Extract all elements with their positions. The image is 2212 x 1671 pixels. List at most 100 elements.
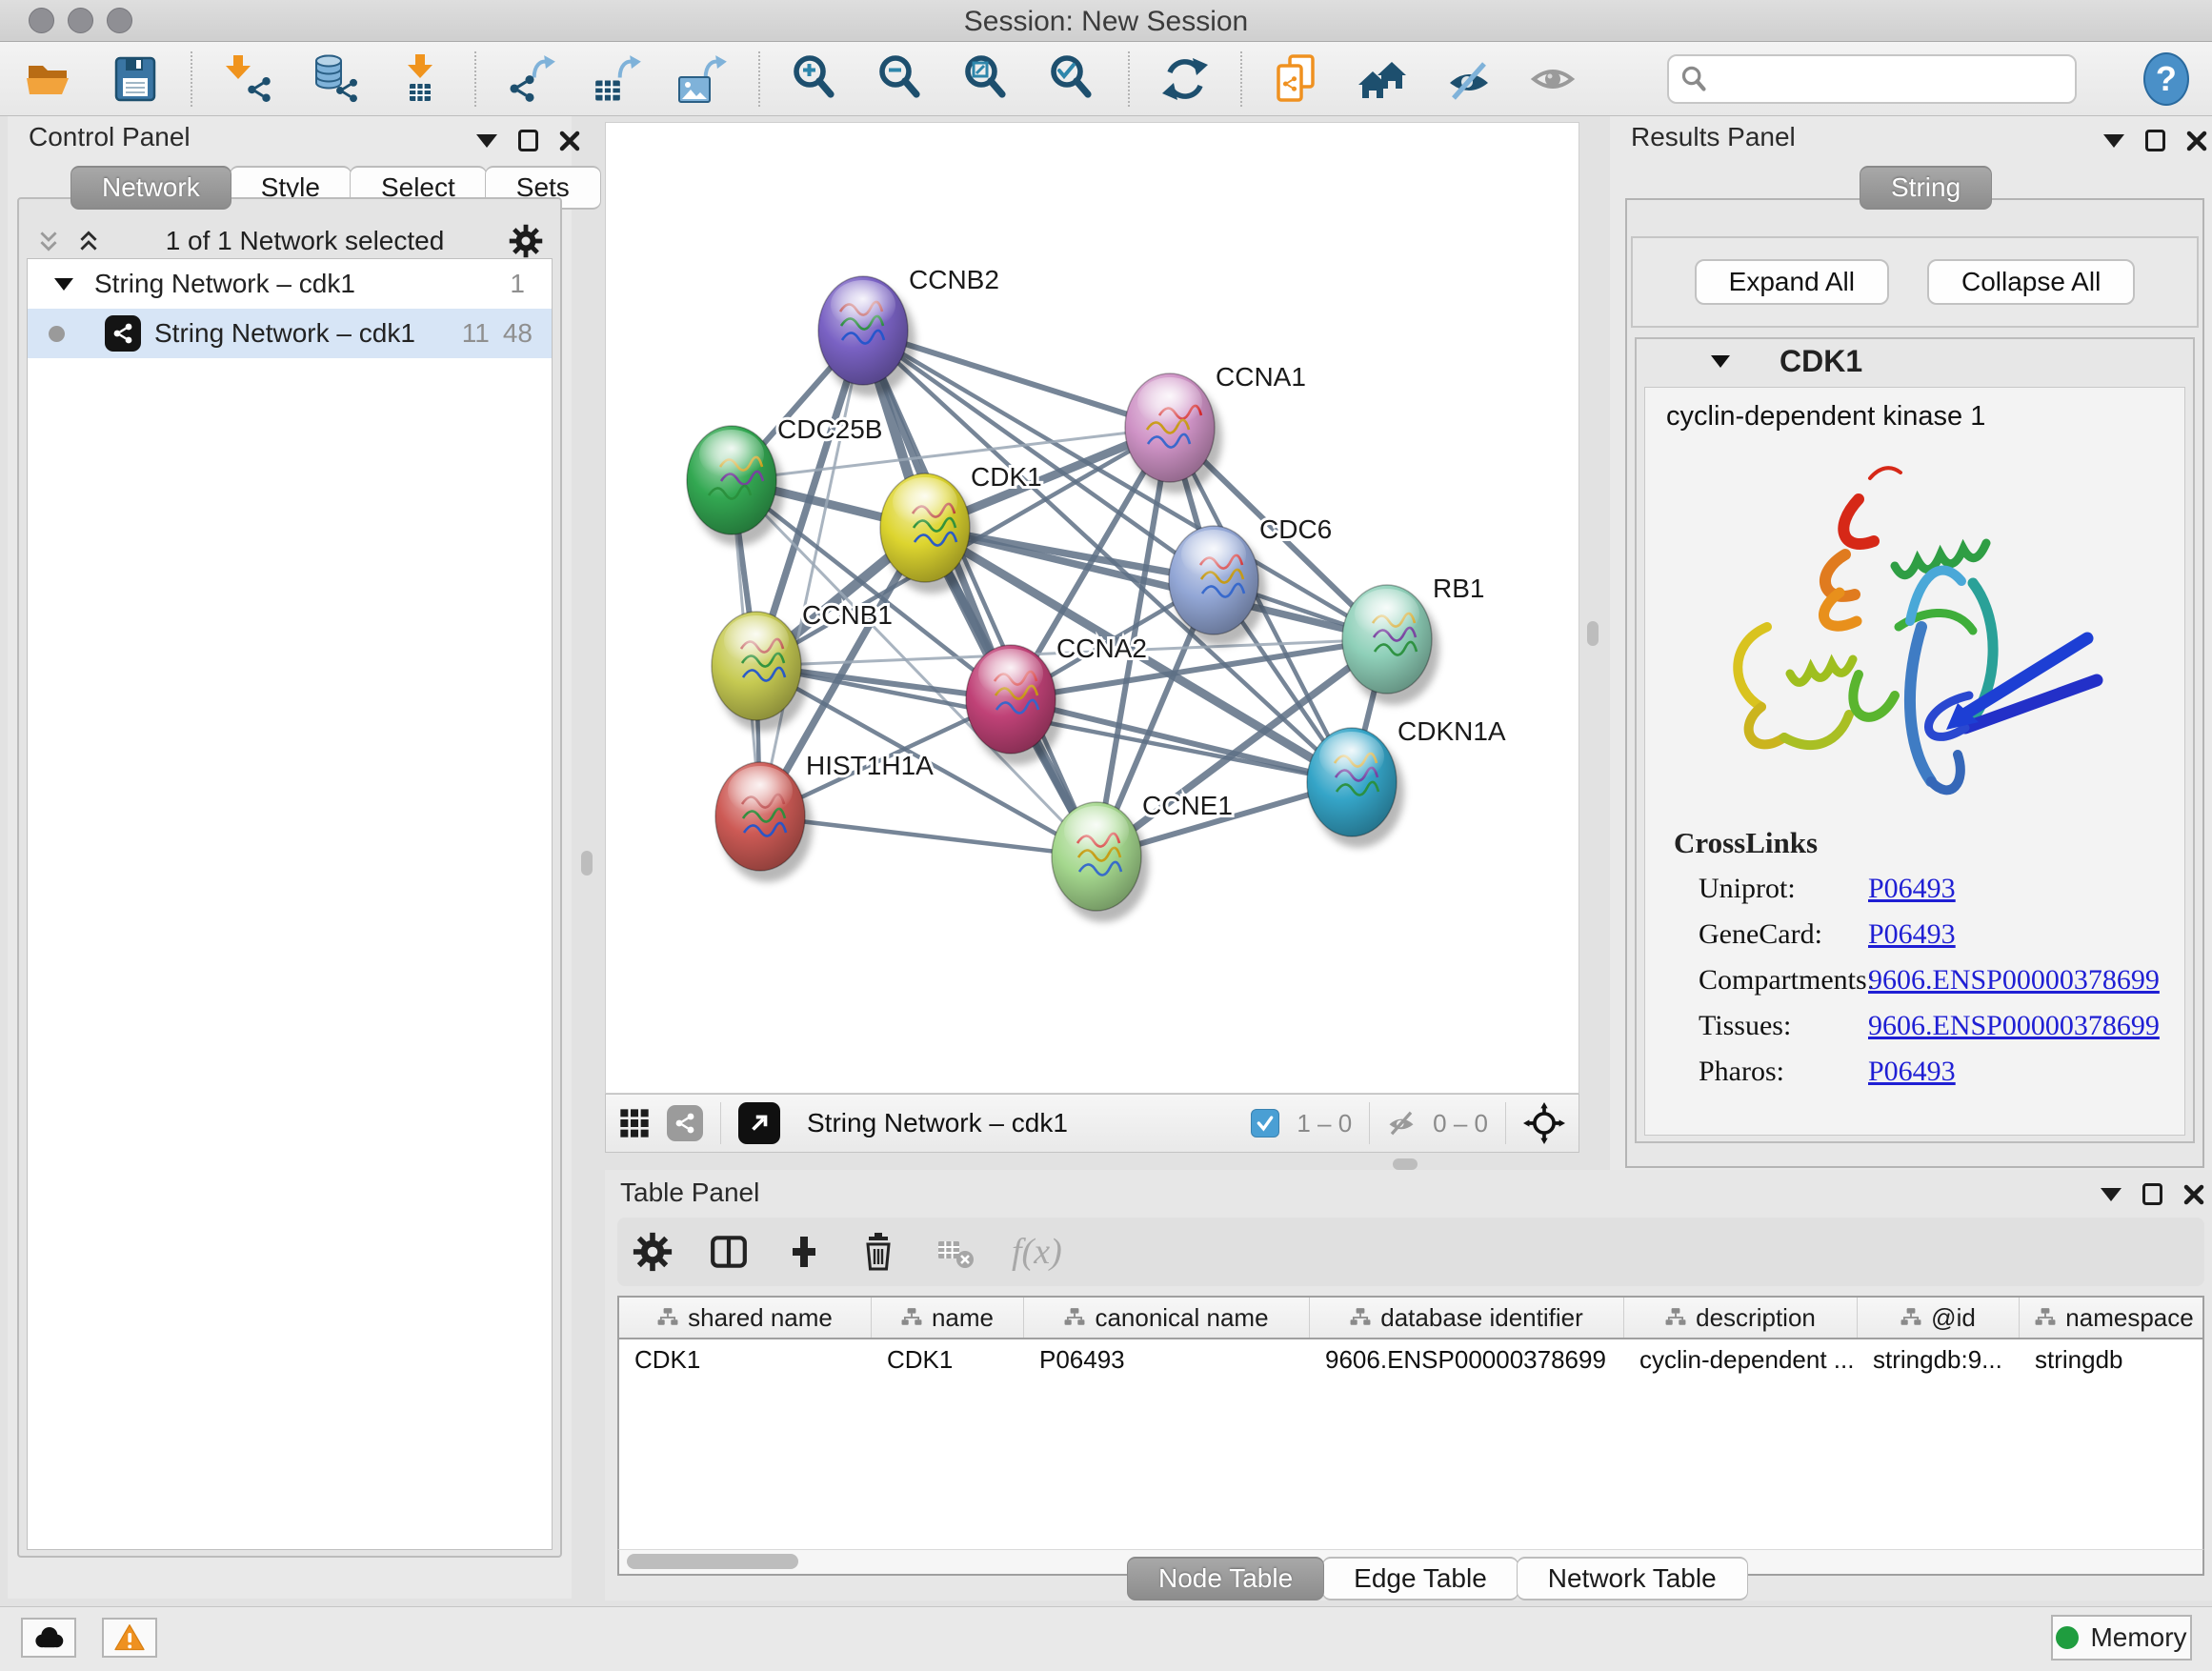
network-canvas[interactable]: CCNB2CCNA1CDC25BCDK1CDC6RB1CCNB1CCNA2CDK… [605,122,1579,1094]
table-options-gear-icon[interactable] [633,1232,673,1272]
collapse-all-button[interactable]: Collapse All [1927,259,2135,305]
home-networks-icon[interactable] [1357,52,1410,106]
network-node-CDK1[interactable]: CDK1 [880,462,1042,594]
table-panel-close-icon[interactable] [2183,1184,2204,1205]
birds-eye-view-icon[interactable] [619,1108,650,1138]
gene-section-expander-icon[interactable] [1711,355,1730,368]
export-image-icon[interactable] [676,52,730,106]
cloud-status-button[interactable] [21,1618,76,1658]
results-panel-float-icon[interactable] [2145,130,2165,151]
hidden-count: 0 – 0 [1433,1109,1488,1138]
import-network-icon[interactable] [221,52,274,106]
table-cell[interactable]: 9606.ENSP00000378699 [1310,1339,1624,1381]
network-node-CDC6[interactable]: CDC6 [1169,514,1332,646]
crosslink-value-link[interactable]: P06493 [1868,1056,1956,1088]
fit-content-crosshair-icon[interactable] [1523,1102,1565,1144]
column-header-database-identifier[interactable]: database identifier [1310,1298,1624,1338]
table-panel-menu-icon[interactable] [2101,1188,2122,1201]
tab-node-table[interactable]: Node Table [1127,1557,1324,1601]
search-field[interactable] [1667,54,2077,104]
crosslink-value-link[interactable]: P06493 [1868,873,1956,905]
network-node-CCNA2[interactable]: CCNA2 [966,634,1147,765]
tab-network-table[interactable]: Network Table [1517,1557,1748,1601]
table-header-row: shared name name canonical name database id… [619,1298,2202,1339]
zoom-out-icon[interactable] [875,52,928,106]
control-panel-close-icon[interactable] [559,131,580,151]
tab-network[interactable]: Network [70,166,231,210]
memory-button[interactable]: Memory [2051,1615,2192,1661]
import-network-from-database-icon[interactable] [307,52,360,106]
crosslinks-title: CrossLinks [1645,826,2184,866]
table-panel-float-icon[interactable] [2142,1183,2162,1205]
search-input[interactable] [1715,64,2063,93]
column-header-id[interactable]: @id [1858,1298,2020,1338]
network-node-RB1[interactable]: RB1 [1342,574,1484,705]
table-cell[interactable]: CDK1 [619,1339,872,1381]
warnings-button[interactable] [102,1618,157,1658]
network-node-CCNE1[interactable]: CCNE1 [1052,791,1233,922]
results-panel-close-icon[interactable] [2186,131,2207,151]
network-label: String Network – cdk1 [154,318,449,349]
show-columns-icon[interactable] [709,1232,749,1272]
tab-string[interactable]: String [1860,166,1992,210]
table-cell[interactable]: CDK1 [872,1339,1024,1381]
network-node-HIST1H1A[interactable]: HIST1H1A [715,751,934,882]
string-results-container: Expand All Collapse All CDK1 cyclin-depe… [1625,198,2204,1168]
column-header-namespace[interactable]: namespace [2020,1298,2204,1338]
tab-edge-table[interactable]: Edge Table [1322,1557,1518,1601]
network-node-CCNB2[interactable]: CCNB2 [818,265,999,396]
detach-view-icon[interactable] [738,1102,780,1144]
import-table-icon[interactable] [392,52,446,106]
node-label-CCNA2: CCNA2 [1056,634,1147,663]
crosslink-value-link[interactable]: 9606.ENSP00000378699 [1868,964,2160,997]
copy-network-icon[interactable] [1271,52,1324,106]
zoom-fit-icon[interactable] [960,52,1014,106]
network-row[interactable]: String Network – cdk1 11 48 [28,309,552,358]
column-type-icon [2035,1307,2056,1328]
column-label: canonical name [1095,1303,1268,1333]
collection-expander-icon[interactable] [54,278,73,291]
selected-nodes-checkbox[interactable] [1251,1109,1279,1137]
column-label: name [932,1303,994,1333]
results-panel-menu-icon[interactable] [2103,134,2124,148]
table-cell[interactable]: cyclin-dependent ... [1624,1339,1858,1381]
delete-column-icon[interactable] [859,1233,897,1271]
network-node-CCNB1[interactable]: CCNB1 [712,600,893,732]
table-cell[interactable]: P06493 [1024,1339,1310,1381]
create-column-icon[interactable] [785,1233,823,1271]
right-splitter-handle[interactable] [1587,621,1599,646]
column-header-canonical-name[interactable]: canonical name [1024,1298,1310,1338]
column-header-shared-name[interactable]: shared name [619,1298,872,1338]
zoom-selected-icon[interactable] [1046,52,1099,106]
table-cell[interactable]: stringdb:9... [1858,1339,2020,1381]
export-network-icon[interactable] [505,52,558,106]
network-collection-row[interactable]: String Network – cdk1 1 [28,259,552,309]
scrollbar-thumb[interactable] [627,1554,798,1569]
collapse-all-icon[interactable] [36,229,61,253]
export-table-icon[interactable] [591,52,644,106]
node-table[interactable]: shared name name canonical name database id… [617,1296,2204,1549]
bottom-splitter-handle[interactable] [1393,1158,1418,1170]
open-session-icon[interactable] [23,52,76,106]
column-header-description[interactable]: description [1624,1298,1858,1338]
table-row[interactable]: CDK1CDK1P064939606.ENSP00000378699cyclin… [619,1339,2202,1381]
network-node-CDKN1A[interactable]: CDKN1A [1307,716,1506,848]
node-label-CDKN1A: CDKN1A [1398,716,1506,746]
left-splitter-handle[interactable] [581,851,593,876]
zoom-in-icon[interactable] [789,52,842,106]
expand-all-icon[interactable] [76,229,101,253]
help-button[interactable]: ? [2143,52,2189,106]
network-options-gear-icon[interactable] [509,224,543,258]
network-node-CDC25B[interactable]: CDC25B [687,414,882,546]
save-session-icon[interactable] [109,52,162,106]
refresh-icon[interactable] [1158,52,1212,106]
hide-unhide-icon[interactable] [1442,52,1496,106]
protein-structure-image [1672,440,2148,821]
crosslink-value-link[interactable]: 9606.ENSP00000378699 [1868,1010,2160,1042]
control-panel-menu-icon[interactable] [476,134,497,148]
table-cell[interactable]: stringdb [2020,1339,2204,1381]
expand-all-button[interactable]: Expand All [1695,259,1889,305]
control-panel-float-icon[interactable] [518,130,538,151]
column-header-name[interactable]: name [872,1298,1024,1338]
crosslink-value-link[interactable]: P06493 [1868,918,1956,951]
